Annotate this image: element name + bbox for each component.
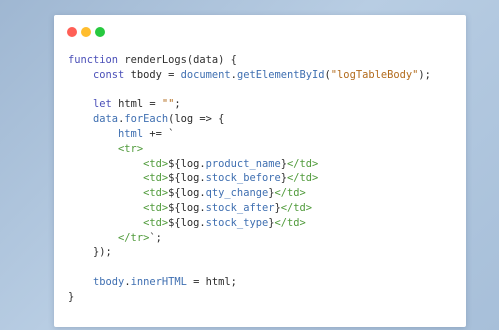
code-token: "" bbox=[161, 98, 175, 111]
code-token: let bbox=[93, 98, 119, 111]
code-token: (log => { bbox=[168, 113, 225, 126]
code-token: }); bbox=[68, 246, 112, 259]
code-line: let html = ""; bbox=[68, 97, 431, 112]
code-token: ${log. bbox=[168, 157, 206, 170]
code-line: tbody.innerHTML = html; bbox=[68, 275, 431, 290]
code-line: const tbody = document.getElementById("l… bbox=[68, 68, 431, 83]
code-token: innerHTML bbox=[130, 275, 187, 288]
code-token: </td> bbox=[274, 187, 306, 200]
code-token: tbody = bbox=[130, 68, 181, 81]
code-block: function renderLogs(data) { const tbody … bbox=[68, 53, 431, 305]
code-token: ); bbox=[418, 68, 431, 81]
code-token: <tr> bbox=[118, 142, 144, 155]
code-token: ${log. bbox=[168, 201, 206, 214]
code-token: </td> bbox=[280, 201, 313, 214]
code-token: html bbox=[118, 127, 144, 140]
code-token: const bbox=[93, 68, 131, 81]
code-token: <td> bbox=[143, 216, 169, 229]
code-token: <td> bbox=[143, 172, 169, 185]
code-token: qty_change bbox=[205, 187, 269, 200]
code-line: </tr>`; bbox=[68, 231, 431, 246]
code-token: ${log. bbox=[168, 172, 206, 185]
window-controls bbox=[67, 27, 105, 37]
code-token: stock_type bbox=[205, 216, 269, 229]
code-token: `; bbox=[149, 231, 162, 244]
code-line: html += ` bbox=[68, 127, 431, 142]
code-line: }); bbox=[68, 245, 431, 260]
code-token: tbody bbox=[93, 275, 125, 288]
code-token: stock_before bbox=[205, 172, 281, 185]
code-token: function bbox=[68, 54, 125, 66]
code-token: += ` bbox=[143, 127, 175, 140]
code-token: stock_after bbox=[205, 201, 275, 214]
code-token: data bbox=[93, 113, 119, 126]
code-token: forEach bbox=[124, 113, 169, 126]
minimize-dot[interactable] bbox=[81, 27, 91, 37]
code-line: <td>${log.qty_change}</td> bbox=[68, 186, 431, 201]
code-line: } bbox=[68, 290, 431, 305]
code-token: } bbox=[68, 290, 75, 303]
code-token: </td> bbox=[287, 157, 319, 170]
code-token: getElementById bbox=[236, 68, 325, 81]
code-token: </tr> bbox=[118, 231, 150, 244]
code-token: </td> bbox=[274, 216, 306, 229]
code-token: ; bbox=[174, 98, 181, 111]
maximize-dot[interactable] bbox=[95, 27, 105, 37]
code-window: function renderLogs(data) { const tbody … bbox=[54, 15, 466, 327]
code-token: "logTableBody" bbox=[330, 68, 419, 81]
code-token: = html; bbox=[186, 275, 237, 288]
code-line: <td>${log.stock_after}</td> bbox=[68, 201, 431, 216]
code-token: product_name bbox=[205, 157, 281, 170]
code-token: <td> bbox=[143, 157, 169, 170]
code-line: function renderLogs(data) { bbox=[68, 53, 431, 68]
code-token: ${log. bbox=[168, 187, 206, 200]
code-token: html = bbox=[118, 98, 162, 111]
code-token: <td> bbox=[143, 201, 169, 214]
code-token: renderLogs(data) { bbox=[124, 54, 237, 66]
code-token: document bbox=[180, 68, 231, 81]
code-line: <td>${log.product_name}</td> bbox=[68, 157, 431, 172]
code-token: <td> bbox=[143, 187, 169, 200]
code-line: data.forEach(log => { bbox=[68, 112, 431, 127]
code-token: </td> bbox=[287, 172, 319, 185]
code-token: ${log. bbox=[168, 216, 206, 229]
close-dot[interactable] bbox=[67, 27, 77, 37]
code-line: <tr> bbox=[68, 142, 431, 157]
code-line: <td>${log.stock_type}</td> bbox=[68, 216, 431, 231]
code-line: <td>${log.stock_before}</td> bbox=[68, 171, 431, 186]
